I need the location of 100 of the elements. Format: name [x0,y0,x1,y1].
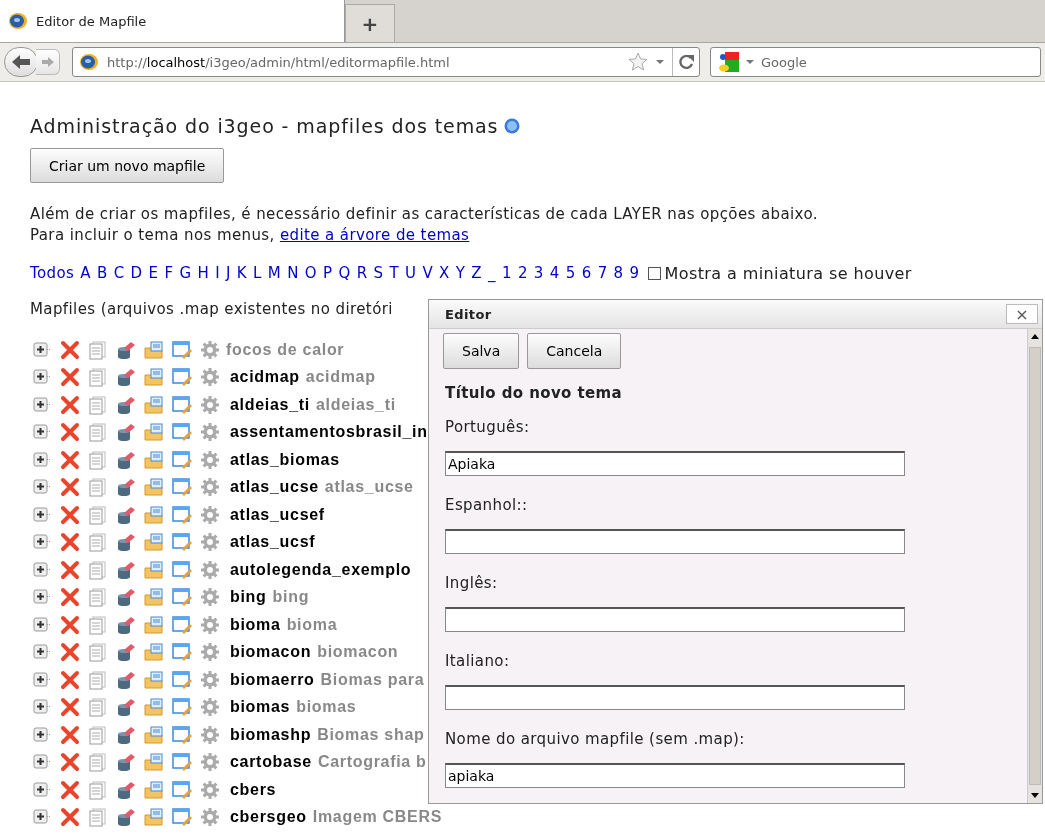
document-icon[interactable] [88,422,108,443]
letter-filter-link[interactable]: 9 [629,264,640,282]
document-icon[interactable] [88,642,108,663]
document-icon[interactable] [88,587,108,608]
delete-icon[interactable] [60,752,80,773]
folder-window-icon[interactable] [144,697,164,718]
folder-window-icon[interactable] [144,724,164,745]
folder-window-icon[interactable] [144,669,164,690]
address-bar[interactable]: http://localhost/i3geo/admin/html/editormapfile.html [72,47,700,77]
letter-filter-link[interactable]: H [197,264,210,282]
window-edit-icon[interactable] [172,367,192,388]
scroll-up-icon[interactable] [1030,333,1040,341]
letter-filter-link[interactable]: J [226,264,231,282]
letter-filter-link[interactable]: A [80,264,91,282]
delete-icon[interactable] [60,669,80,690]
window-edit-icon[interactable] [172,587,192,608]
delete-icon[interactable] [60,367,80,388]
gear-icon[interactable] [200,449,220,470]
window-edit-icon[interactable] [172,559,192,580]
star-icon[interactable] [628,52,648,72]
delete-icon[interactable] [60,614,80,635]
expand-icon[interactable] [32,669,52,690]
database-eraser-icon[interactable] [116,422,136,443]
text-field[interactable] [445,685,905,710]
document-icon[interactable] [88,614,108,635]
expand-icon[interactable] [32,394,52,415]
window-edit-icon[interactable] [172,449,192,470]
search-engine-icon[interactable] [717,51,741,73]
folder-window-icon[interactable] [144,477,164,498]
letter-filter-link[interactable]: K [236,264,248,282]
document-icon[interactable] [88,752,108,773]
letter-filter-link[interactable]: L [253,264,262,282]
letter-filter-link[interactable]: Y [455,264,466,282]
text-field[interactable]: apiaka [445,763,905,788]
expand-icon[interactable] [32,504,52,525]
gear-icon[interactable] [200,587,220,608]
document-icon[interactable] [88,532,108,553]
text-field[interactable]: Apiaka [445,451,905,476]
folder-window-icon[interactable] [144,752,164,773]
cancel-button[interactable]: Cancela [527,333,622,369]
window-edit-icon[interactable] [172,339,192,360]
gear-icon[interactable] [200,614,220,635]
letter-filter-link[interactable]: 1 [501,264,512,282]
letter-filter-link[interactable]: U [405,264,417,282]
letter-filter-link[interactable]: Z [471,264,483,282]
gear-icon[interactable] [200,422,220,443]
database-eraser-icon[interactable] [116,697,136,718]
expand-icon[interactable] [32,614,52,635]
close-button[interactable]: × [1006,304,1038,324]
document-icon[interactable] [88,669,108,690]
database-eraser-icon[interactable] [116,724,136,745]
expand-icon[interactable] [32,779,52,800]
document-icon[interactable] [88,724,108,745]
letter-filter-link[interactable]: 6 [581,264,592,282]
create-mapfile-button[interactable]: Criar um novo mapfile [30,148,225,183]
delete-icon[interactable] [60,449,80,470]
text-field[interactable] [445,607,905,632]
delete-icon[interactable] [60,559,80,580]
gear-icon[interactable] [200,559,220,580]
letter-filter-link[interactable]: 3 [533,264,544,282]
gear-icon[interactable] [200,724,220,745]
letter-filter-link[interactable]: S [373,264,384,282]
window-edit-icon[interactable] [172,394,192,415]
letter-filter-link[interactable]: C [113,264,125,282]
database-eraser-icon[interactable] [116,807,136,828]
checkbox[interactable] [647,266,661,280]
document-icon[interactable] [88,779,108,800]
gear-icon[interactable] [200,532,220,553]
text-field[interactable] [445,529,905,554]
window-edit-icon[interactable] [172,724,192,745]
letter-filter-link[interactable]: P [323,264,333,282]
gear-icon[interactable] [200,752,220,773]
database-eraser-icon[interactable] [116,449,136,470]
gear-icon[interactable] [200,669,220,690]
letter-filter-link[interactable]: T [389,264,399,282]
letter-filter-link[interactable]: D [130,264,143,282]
gear-icon[interactable] [200,477,220,498]
letter-filter-link[interactable]: X [439,264,450,282]
folder-window-icon[interactable] [144,559,164,580]
document-icon[interactable] [88,504,108,525]
scrollbar[interactable] [1027,329,1042,803]
delete-icon[interactable] [60,807,80,828]
window-edit-icon[interactable] [172,697,192,718]
letter-filter-link[interactable]: N [287,264,299,282]
letter-filter-link[interactable]: M [267,264,282,282]
delete-icon[interactable] [60,697,80,718]
folder-window-icon[interactable] [144,642,164,663]
document-icon[interactable] [88,697,108,718]
window-edit-icon[interactable] [172,642,192,663]
database-eraser-icon[interactable] [116,394,136,415]
expand-icon[interactable] [32,339,52,360]
letter-filter-link[interactable]: G [179,264,192,282]
folder-window-icon[interactable] [144,504,164,525]
gear-icon[interactable] [200,642,220,663]
new-tab-button[interactable]: + [345,4,395,42]
document-icon[interactable] [88,367,108,388]
document-icon[interactable] [88,394,108,415]
database-eraser-icon[interactable] [116,339,136,360]
dropdown-caret-icon[interactable] [654,58,666,66]
back-button[interactable] [4,47,38,77]
